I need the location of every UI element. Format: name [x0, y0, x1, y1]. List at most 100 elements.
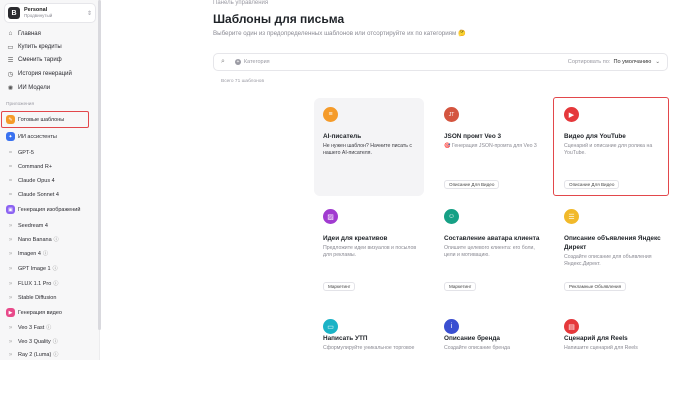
info-icon: ⓘ	[53, 281, 59, 287]
nav-assistants[interactable]: ✦ ИИ ассистенты	[4, 130, 96, 143]
model-label: Nano Banana	[18, 236, 52, 243]
assistant-item[interactable]: = GPT-5	[4, 146, 96, 159]
template-card-creative-ideas[interactable]: ▨ Идеи для креативов Предложите идеи виз…	[314, 200, 424, 298]
info-icon: ⓘ	[53, 237, 59, 243]
search-icon[interactable]: ⌕	[221, 58, 225, 66]
card-tag: Маркетинг	[444, 282, 477, 291]
json-icon: JT	[444, 107, 459, 122]
nav-label: Главная	[18, 30, 41, 37]
page-subtitle: Выберите один из предопределенных шаблон…	[213, 29, 466, 37]
info-icon: i	[444, 319, 459, 334]
thinking-emoji-icon: 🤔	[458, 30, 466, 37]
video-model-item[interactable]: » Veo 3 Fast ⓘ	[4, 321, 96, 334]
category-label: Категория	[243, 59, 270, 65]
image-icon: ▨	[323, 209, 338, 224]
card-title: Составление аватара клиента	[444, 235, 540, 242]
filter-bar: ⌕ + Категория Сортировать по: По умолчанию…	[213, 53, 668, 71]
category-filter-button[interactable]: + Категория	[234, 59, 270, 65]
info-icon: ⓘ	[52, 339, 58, 345]
nav-label: История генераций	[18, 70, 72, 77]
nav-history[interactable]: ◷ История генераций	[4, 67, 96, 80]
nav-label: Купить кредиты	[18, 43, 62, 50]
workspace-plan: Продвинутый	[24, 12, 53, 18]
sort-dropdown[interactable]: Сортировать по: По умолчанию ⌄	[568, 59, 660, 65]
template-card-brand[interactable]: i Описание бренда Создайте описание брен…	[435, 310, 545, 408]
workspace-switcher[interactable]: B Personal Продвинутый ⇕	[4, 3, 96, 23]
assistant-item[interactable]: = Claude Opus 4	[4, 174, 96, 187]
card-title: Сценарий для Reels	[564, 335, 628, 342]
assistant-icon: ✦	[6, 132, 15, 141]
card-tag: Рекламные Объявления	[564, 282, 627, 291]
info-icon: ⓘ	[46, 325, 52, 331]
page-subtitle-text: Выберите один из предопределенных шаблон…	[213, 30, 457, 37]
assistant-item[interactable]: = Claude Sonnet 4	[4, 188, 96, 201]
apps-section-label: Приложения	[6, 102, 35, 107]
nav-label: Генерация видео	[18, 309, 62, 316]
card-tag: Маркетинг	[323, 282, 356, 291]
info-icon: ⓘ	[53, 352, 59, 358]
model-label: Veo 3 Quality	[18, 338, 51, 345]
workspace-logo: B	[8, 7, 20, 19]
card-description: Опишите целевого клиента: его боли, цели…	[444, 245, 535, 258]
card-title: Написать УТП	[323, 335, 368, 342]
sidebar-scrollbar[interactable]	[98, 0, 101, 330]
card-title: AI-писатель	[323, 133, 362, 140]
breadcrumb[interactable]: Панель управления	[213, 0, 268, 6]
home-icon: ⌂	[8, 30, 13, 37]
image-model-item[interactable]: » Imagen 4 ⓘ	[4, 247, 96, 260]
assistant-label: Claude Opus 4	[18, 177, 55, 184]
template-card-client-avatar[interactable]: ☺ Составление аватара клиента Опишите це…	[435, 200, 545, 298]
card-description: Предложите идеи визуалов и посылов для р…	[323, 245, 417, 258]
list-icon: ☰	[564, 209, 579, 224]
chevron-updown-icon: ⇕	[86, 10, 92, 17]
model-label: Imagen 4	[18, 250, 41, 257]
nav-buy-credits[interactable]: ▭ Купить кредиты	[4, 40, 96, 53]
image-model-item[interactable]: » FLUX 1.1 Pro ⓘ	[4, 277, 96, 290]
nav-change-plan[interactable]: ☰ Сменить тариф	[4, 53, 96, 66]
card-description: Создайте описание для объявления Яндекс.…	[564, 254, 652, 267]
nav-home[interactable]: ⌂ Главная	[4, 27, 96, 40]
info-icon: ⓘ	[52, 266, 58, 272]
nav-label: Генерация изображений	[18, 206, 81, 213]
nav-image-generation[interactable]: ▣ Генерация изображений	[4, 203, 96, 216]
card-title: Идеи для креативов	[323, 235, 388, 242]
card-tag: Описание Для Видео	[444, 180, 500, 189]
nav-label: Сменить тариф	[18, 56, 62, 63]
template-card-json-veo[interactable]: JT JSON промт Veo 3 🎯 Генерация JSON-про…	[435, 98, 545, 196]
template-card-yandex-direct[interactable]: ☰ Описание объявления Яндекс Директ Созд…	[555, 200, 665, 298]
image-model-item[interactable]: » GPT Image 1 ⓘ	[4, 262, 96, 275]
video-model-item[interactable]: » Ray 2 (Luma) ⓘ	[4, 348, 96, 360]
template-card-usp[interactable]: ▭ Написать УТП Сформулируйте уникальное …	[314, 310, 424, 408]
history-icon: ◷	[7, 70, 14, 78]
assistant-label: GPT-5	[18, 149, 34, 156]
image-gen-icon: ▣	[6, 205, 15, 214]
sort-label: Сортировать по:	[567, 59, 611, 65]
plus-icon: +	[234, 59, 241, 65]
screen-icon: ▭	[323, 319, 338, 334]
card-title: Описание бренда	[444, 335, 500, 342]
doc-icon: ▤	[564, 319, 579, 334]
card-description: Создайте описание бренда	[444, 345, 510, 351]
image-model-item[interactable]: » Nano Banana ⓘ	[4, 233, 96, 246]
sidebar: B Personal Продвинутый ⇕ ⌂ Главная ▭ Купит…	[0, 0, 100, 360]
card-title: JSON промт Veo 3	[444, 133, 502, 140]
nav-label: ИИ ассистенты	[18, 133, 57, 140]
model-label: GPT Image 1	[18, 265, 51, 272]
nav-label: ИИ Модели	[18, 84, 51, 91]
nav-models[interactable]: ✺ ИИ Модели	[4, 81, 96, 94]
user-icon: ☺	[444, 209, 459, 224]
selected-card-highlight	[553, 97, 669, 196]
assistant-item[interactable]: = Command R+	[4, 160, 96, 173]
models-icon: ✺	[7, 84, 14, 92]
image-model-item[interactable]: » Stable Diffusion	[4, 291, 96, 304]
card-title: Описание объявления Яндекс Директ	[564, 235, 661, 251]
page-title: Шаблоны для письма	[213, 12, 345, 26]
card-description: 🎯 Генерация JSON-промта для Veo 3	[444, 143, 537, 149]
video-model-item[interactable]: » Veo 3 Quality ⓘ	[4, 335, 96, 348]
info-icon: ⓘ	[42, 251, 48, 257]
image-model-item[interactable]: » Seedream 4	[4, 219, 96, 232]
nav-video-generation[interactable]: ▶ Генерация видео	[4, 306, 96, 319]
template-card-ai-writer[interactable]: ≡ AI-писатель Не нужен шаблон? Начните п…	[314, 98, 424, 196]
template-card-reels[interactable]: ▤ Сценарий для Reels Напишите сценарий д…	[555, 310, 665, 408]
assistant-label: Claude Sonnet 4	[18, 191, 59, 198]
